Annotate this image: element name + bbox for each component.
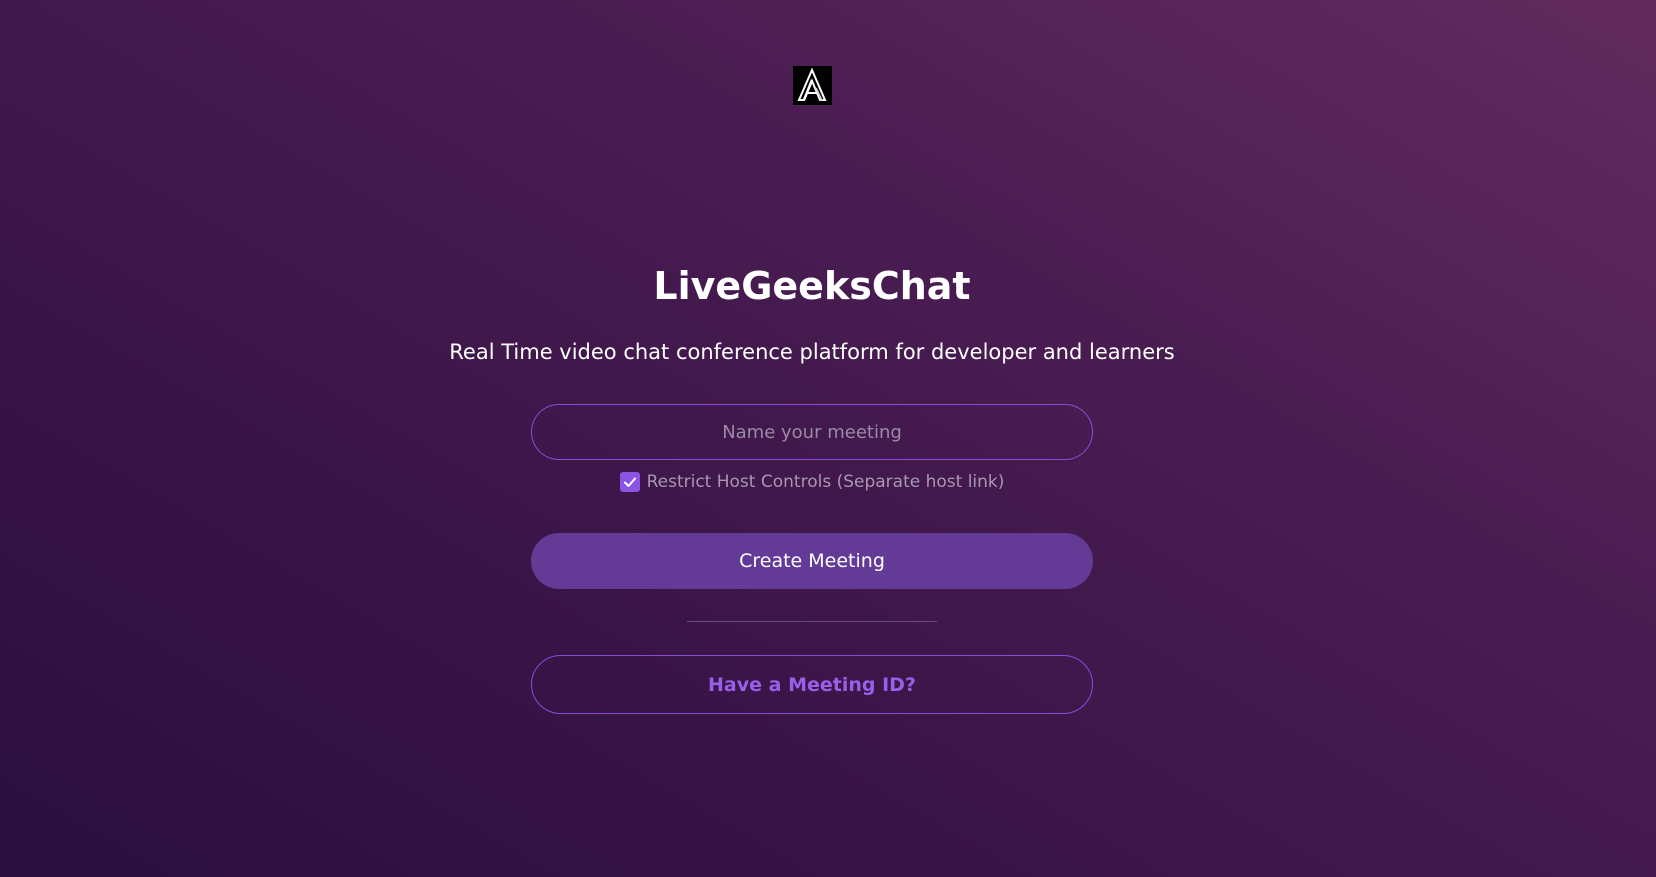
divider (687, 621, 937, 622)
meeting-name-input[interactable] (531, 404, 1093, 460)
stylized-a-logo-icon (793, 66, 832, 105)
have-meeting-id-button[interactable]: Have a Meeting ID? (531, 655, 1093, 714)
checkmark-icon (623, 477, 636, 487)
app-subtitle: Real Time video chat conference platform… (449, 340, 1175, 364)
create-meeting-button[interactable]: Create Meeting (531, 533, 1093, 589)
app-logo (793, 66, 832, 105)
restrict-host-checkbox[interactable] (619, 472, 640, 492)
restrict-host-label[interactable]: Restrict Host Controls (Separate host li… (647, 472, 1005, 492)
restrict-host-row: Restrict Host Controls (Separate host li… (0, 472, 1624, 492)
app-title: LiveGeeksChat (653, 264, 971, 308)
